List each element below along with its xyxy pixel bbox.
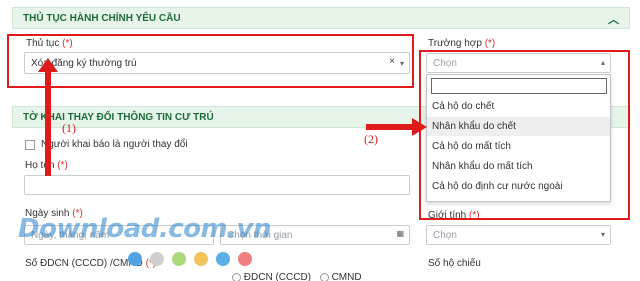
calendar-icon[interactable]: ▦: [396, 229, 404, 238]
dropdown-arrow-icon: ▾: [600, 230, 605, 239]
watermark-logo: Download.com.vn: [18, 214, 271, 244]
highlight-box-case: [419, 50, 630, 220]
radio-cccd[interactable]: [232, 272, 241, 281]
case-label: Trường hợp (*): [428, 38, 496, 49]
dot-icon: [238, 252, 252, 266]
passport-label: Số hộ chiếu: [428, 258, 481, 269]
declarant-checkbox[interactable]: [25, 140, 35, 150]
annotation-2: (2): [364, 132, 378, 146]
arrow-up-icon: [38, 58, 58, 176]
section-title: THỦ TỤC HÀNH CHÍNH YÊU CẦU: [23, 13, 181, 24]
dot-icon: [216, 252, 230, 266]
dot-icon: [128, 252, 142, 266]
radio-cmnd[interactable]: [319, 272, 329, 281]
gender-select[interactable]: Chọn ▾: [426, 225, 611, 245]
id-type-radios[interactable]: ĐDCN (CCCD) CMND: [232, 272, 362, 281]
dot-icon: [172, 252, 186, 266]
declarant-checkbox-label: Người khai báo là người thay đổi: [41, 139, 188, 150]
section-header-procedure[interactable]: THỦ TỤC HÀNH CHÍNH YÊU CẦU ︿: [12, 7, 630, 29]
highlight-box-procedure: [7, 34, 414, 88]
annotation-1: (1): [62, 121, 76, 135]
dot-icon: [194, 252, 208, 266]
full-name-input[interactable]: [24, 175, 410, 195]
chevron-up-icon[interactable]: ︿: [608, 11, 619, 27]
dot-icon: [150, 252, 164, 266]
